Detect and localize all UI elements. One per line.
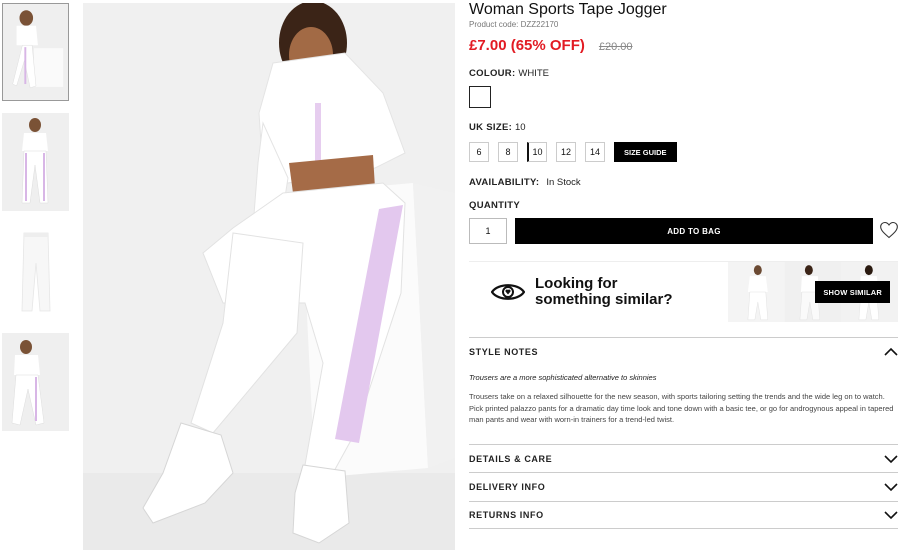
colour-value: WHITE [518,68,549,79]
size-option-6[interactable]: 6 [469,142,489,162]
style-notes-label: STYLE NOTES [469,346,539,357]
similar-image-1-art [728,262,785,322]
product-title: Woman Sports Tape Jogger [469,1,667,18]
similar-text-line1: Looking for [535,274,618,292]
thumbnail-1[interactable] [2,3,69,101]
returns-info-header[interactable]: RETURNS INFO [469,501,898,529]
similar-text: Looking for something similar? [535,274,725,308]
thumbnail-3-image [2,223,69,321]
details-care-label: DETAILS & CARE [469,453,553,464]
thumbnail-4-image [2,333,69,431]
thumbnail-2-image [2,113,69,211]
style-notes-header[interactable]: STYLE NOTES [469,337,898,365]
chevron-up-icon [884,347,898,356]
show-similar-button[interactable]: SHOW SIMILAR [815,281,890,303]
colour-label-text: COLOUR: [469,68,516,79]
size-option-8[interactable]: 8 [498,142,518,162]
thumbnail-4[interactable] [2,333,69,431]
colour-label: COLOUR: WHITE [469,68,549,79]
chevron-down-icon [884,454,898,463]
main-product-image [83,3,455,550]
thumbnail-3[interactable] [2,223,69,321]
availability: AVAILABILITY: In Stock [469,177,581,188]
size-value: 10 [515,122,526,133]
details-care-header[interactable]: DETAILS & CARE [469,444,898,472]
size-label-text: UK SIZE: [469,122,513,133]
heart-icon[interactable] [879,220,898,240]
product-details-panel: Woman Sports Tape Jogger Product code: D… [469,0,898,54]
add-to-bag-button[interactable]: ADD TO BAG [515,218,873,244]
similar-image-1 [728,262,785,322]
delivery-info-label: DELIVERY INFO [469,481,546,492]
eye-icon [491,283,525,300]
quantity-input[interactable]: 1 [469,218,507,244]
style-notes-body: Trousers are a more sophisticated altern… [469,373,898,426]
thumbnail-1-image [3,4,68,100]
returns-info-label: RETURNS INFO [469,510,544,520]
chevron-down-icon [884,511,898,520]
chevron-down-icon [884,482,898,491]
thumbnail-2[interactable] [2,113,69,211]
availability-value: In Stock [546,177,581,188]
style-notes-lead: Trousers are a more sophisticated altern… [469,373,657,382]
availability-label: AVAILABILITY: [469,177,540,188]
quantity-label: QUANTITY [469,200,520,211]
style-notes-text: Trousers take on a relaxed silhouette fo… [469,392,894,424]
size-label: UK SIZE: 10 [469,122,526,133]
similar-banner: Looking for something similar? SHOW SIMI… [469,261,898,322]
size-guide-button[interactable]: SIZE GUIDE [614,142,677,162]
delivery-info-header[interactable]: DELIVERY INFO [469,472,898,500]
product-code: Product code: DZZ22170 [469,20,559,29]
model-illustration [83,3,455,550]
sale-price: £7.00 (65% OFF) [469,37,585,54]
size-option-10[interactable]: 10 [527,142,547,162]
thumbnail-gallery [2,3,70,443]
size-option-14[interactable]: 14 [585,142,605,162]
original-price: £20.00 [598,41,633,53]
similar-text-line2: something similar? [535,290,673,308]
size-option-12[interactable]: 12 [556,142,576,162]
price-row: £7.00 (65% OFF) £20.00 [469,37,898,54]
size-options: 6 8 10 12 14 SIZE GUIDE [469,142,677,162]
colour-swatch-white[interactable] [469,86,491,108]
